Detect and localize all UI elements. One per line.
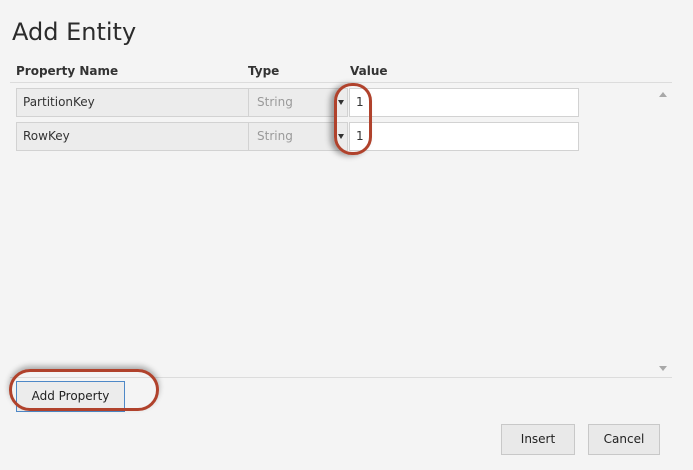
- caret-down-icon: [338, 100, 344, 105]
- add-property-button[interactable]: Add Property: [16, 381, 125, 412]
- vertical-scrollbar[interactable]: [656, 83, 672, 377]
- value-input[interactable]: 1: [349, 122, 579, 151]
- scroll-up-icon[interactable]: [659, 92, 667, 97]
- type-select[interactable]: String: [248, 88, 348, 117]
- add-entity-dialog: Add Entity Property Name Type Value Part…: [0, 0, 693, 470]
- cancel-button[interactable]: Cancel: [588, 424, 660, 455]
- caret-down-icon: [338, 134, 344, 139]
- type-select-value: String: [257, 129, 293, 143]
- insert-button[interactable]: Insert: [501, 424, 575, 455]
- property-name-cell: PartitionKey: [16, 88, 252, 117]
- column-header-value: Value: [350, 64, 388, 78]
- property-grid: PartitionKey String 1 RowKey String 1: [10, 82, 672, 378]
- dialog-title: Add Entity: [12, 18, 137, 46]
- column-header-property-name: Property Name: [16, 64, 119, 78]
- value-input[interactable]: 1: [349, 88, 579, 117]
- type-select[interactable]: String: [248, 122, 348, 151]
- column-header-type: Type: [248, 64, 280, 78]
- property-name-cell: RowKey: [16, 122, 252, 151]
- scroll-down-icon[interactable]: [659, 366, 667, 371]
- type-select-value: String: [257, 95, 293, 109]
